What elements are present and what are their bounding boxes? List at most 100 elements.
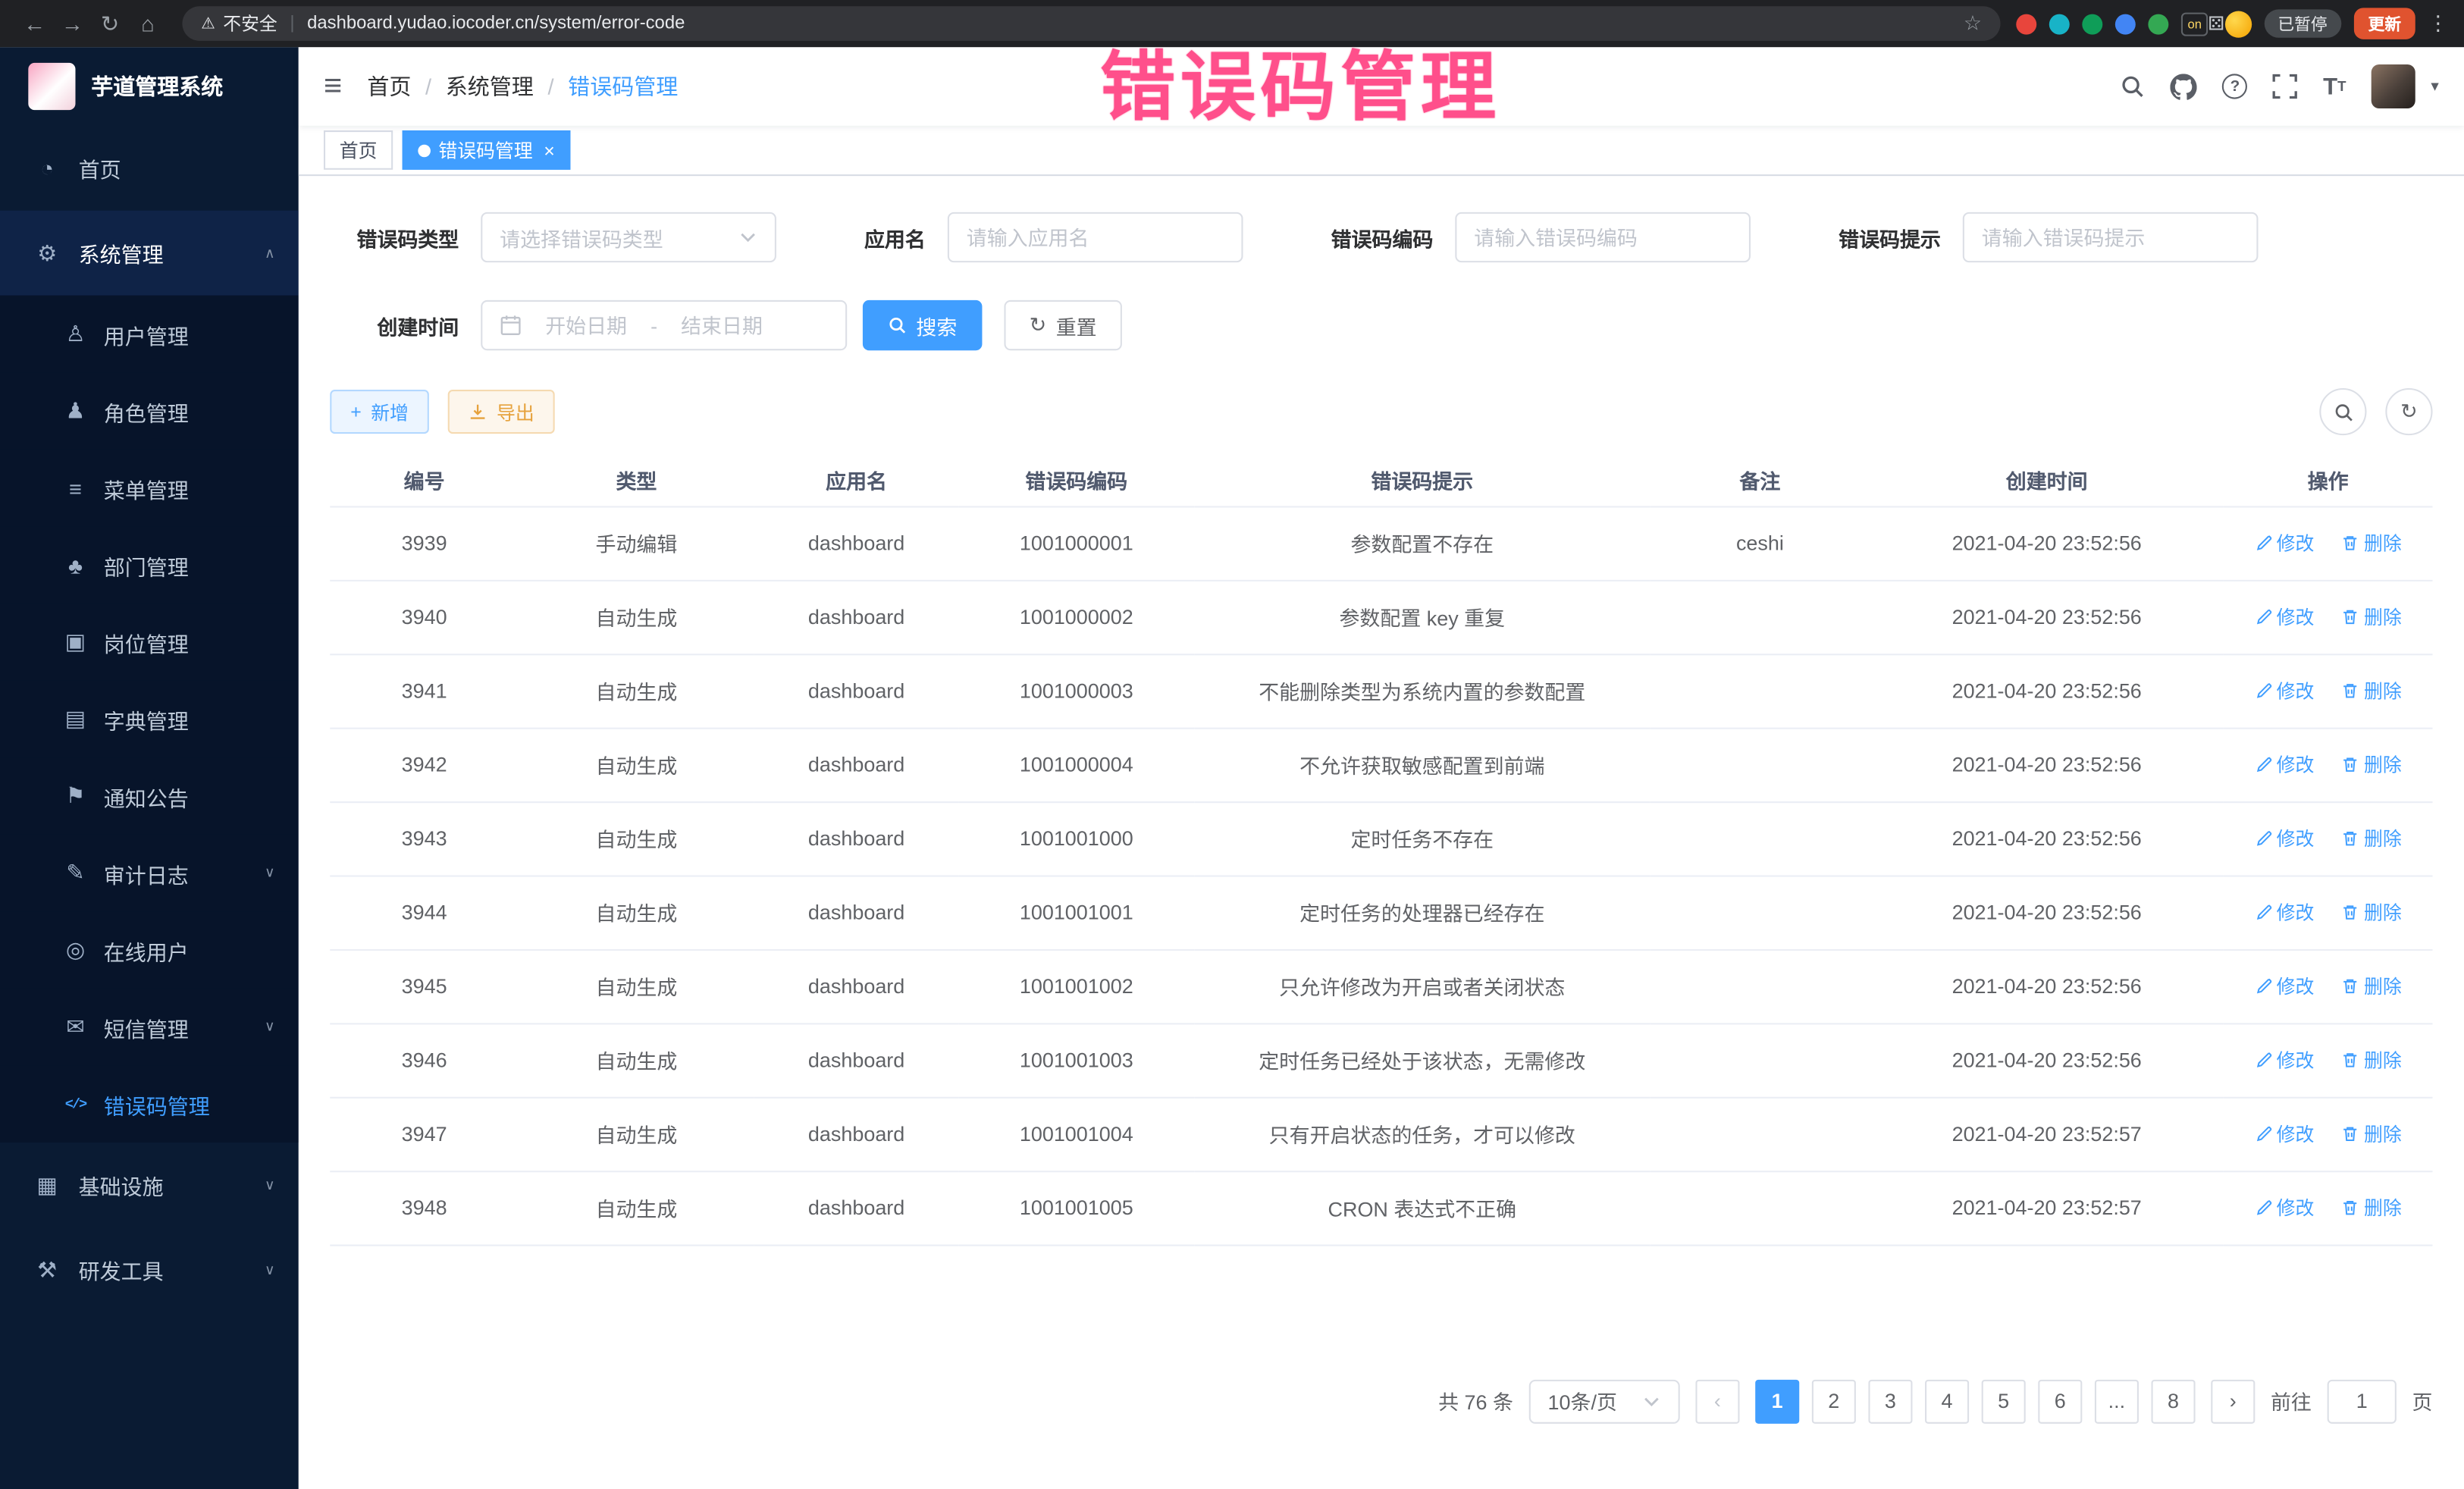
view-tab-home[interactable]: 首页 bbox=[324, 130, 393, 170]
extensions-puzzle-icon[interactable]: ⚄ bbox=[2208, 13, 2224, 35]
sidebar-item-post[interactable]: ▣岗位管理 bbox=[0, 603, 299, 681]
delete-link[interactable]: 删除 bbox=[2342, 825, 2402, 851]
end-date-input[interactable] bbox=[669, 314, 776, 337]
extension-icon[interactable] bbox=[2049, 14, 2070, 34]
page-button-4[interactable]: 4 bbox=[1925, 1379, 1969, 1423]
address-bar[interactable]: ⚠ 不安全 | dashboard.yudao.iocoder.cn/syste… bbox=[182, 6, 2000, 41]
github-icon[interactable] bbox=[2171, 73, 2197, 99]
page-button-2[interactable]: 2 bbox=[1812, 1379, 1856, 1423]
sidebar-item-error-code[interactable]: </>错误码管理 bbox=[0, 1065, 299, 1143]
edit-link[interactable]: 修改 bbox=[2255, 1194, 2315, 1221]
delete-link[interactable]: 删除 bbox=[2342, 751, 2402, 778]
export-button[interactable]: 导出 bbox=[448, 390, 555, 434]
sidebar-item-dict[interactable]: ▤字典管理 bbox=[0, 680, 299, 757]
tab-close-icon[interactable]: × bbox=[544, 139, 555, 161]
error-type-select[interactable]: 请选择错误码类型 bbox=[481, 212, 776, 262]
edit-link[interactable]: 修改 bbox=[2255, 1121, 2315, 1147]
paused-badge[interactable]: 已暂停 bbox=[2264, 9, 2342, 37]
edit-link[interactable]: 修改 bbox=[2255, 530, 2315, 556]
reset-button[interactable]: ↻ 重置 bbox=[1004, 300, 1121, 350]
sidebar-item-online-user[interactable]: ◎在线用户 bbox=[0, 911, 299, 989]
edit-link[interactable]: 修改 bbox=[2255, 751, 2315, 778]
delete-link[interactable]: 删除 bbox=[2342, 530, 2402, 556]
page-button-3[interactable]: 3 bbox=[1868, 1379, 1912, 1423]
page-button-6[interactable]: 6 bbox=[2038, 1379, 2082, 1423]
prev-page-button[interactable]: ‹ bbox=[1695, 1379, 1739, 1423]
view-tab-error-code[interactable]: 错误码管理× bbox=[403, 130, 571, 170]
gear-icon: ⚙ bbox=[35, 240, 60, 266]
user-avatar[interactable] bbox=[2372, 64, 2415, 108]
extension-on-badge[interactable]: on bbox=[2181, 12, 2208, 36]
sidebar-item-dept[interactable]: ♣部门管理 bbox=[0, 526, 299, 603]
sidebar-item-dev-tools[interactable]: ⚒研发工具∨ bbox=[0, 1227, 299, 1312]
search-button[interactable]: 搜索 bbox=[863, 300, 983, 350]
edit-link[interactable]: 修改 bbox=[2255, 677, 2315, 704]
delete-link[interactable]: 删除 bbox=[2342, 899, 2402, 926]
edit-link[interactable]: 修改 bbox=[2255, 825, 2315, 851]
extension-icon[interactable] bbox=[2115, 14, 2136, 34]
delete-link[interactable]: 删除 bbox=[2342, 603, 2402, 630]
chevron-down-icon[interactable]: ▾ bbox=[2431, 78, 2438, 96]
forward-icon[interactable]: → bbox=[53, 11, 91, 36]
sidebar-item-sms[interactable]: ✉短信管理∨ bbox=[0, 989, 299, 1066]
browser-menu-icon[interactable]: ⋮ bbox=[2428, 11, 2448, 36]
sidebar-item-system[interactable]: ⚙系统管理∧ bbox=[0, 211, 299, 296]
delete-link[interactable]: 删除 bbox=[2342, 1046, 2402, 1073]
delete-link[interactable]: 删除 bbox=[2342, 1121, 2402, 1147]
sidebar-toggle-icon[interactable]: ≡ bbox=[324, 68, 342, 105]
page-size-select[interactable]: 10条/页 bbox=[1529, 1379, 1680, 1423]
column-header: 操作 bbox=[2224, 454, 2433, 506]
breadcrumb-item[interactable]: 系统管理 bbox=[446, 71, 534, 102]
toggle-search-button[interactable] bbox=[2319, 388, 2366, 435]
search-icon[interactable] bbox=[2121, 74, 2146, 99]
edit-link[interactable]: 修改 bbox=[2255, 973, 2315, 999]
extension-icon[interactable] bbox=[2017, 14, 2037, 34]
page-button-5[interactable]: 5 bbox=[1982, 1379, 2026, 1423]
delete-link[interactable]: 删除 bbox=[2342, 973, 2402, 999]
chevron-down-icon: ∨ bbox=[265, 864, 275, 882]
app-logo[interactable]: 芋道管理系统 bbox=[0, 47, 299, 126]
sidebar-item-notice[interactable]: ⚑通知公告 bbox=[0, 757, 299, 835]
error-code-input[interactable] bbox=[1474, 225, 1732, 249]
next-page-button[interactable]: › bbox=[2211, 1379, 2255, 1423]
error-hint-input[interactable] bbox=[1982, 225, 2240, 249]
edit-link[interactable]: 修改 bbox=[2255, 603, 2315, 630]
sidebar-item-infra[interactable]: ▦基础设施∨ bbox=[0, 1143, 299, 1227]
profile-avatar[interactable] bbox=[2224, 10, 2251, 36]
cell-app: dashboard bbox=[754, 1171, 958, 1244]
sidebar-item-role[interactable]: ♟角色管理 bbox=[0, 372, 299, 450]
extension-icon[interactable] bbox=[2083, 14, 2103, 34]
page-button-8[interactable]: 8 bbox=[2151, 1379, 2195, 1423]
goto-page-input[interactable] bbox=[2328, 1379, 2397, 1423]
sidebar-item-audit-log[interactable]: ✎审计日志∨ bbox=[0, 835, 299, 912]
sidebar-item-user[interactable]: ♙用户管理 bbox=[0, 296, 299, 373]
bookmark-star-icon[interactable]: ☆ bbox=[1964, 11, 1982, 36]
reload-icon[interactable]: ↻ bbox=[91, 10, 129, 36]
cell-app: dashboard bbox=[754, 875, 958, 948]
search-icon bbox=[888, 316, 907, 335]
edit-link[interactable]: 修改 bbox=[2255, 1046, 2315, 1073]
update-button[interactable]: 更新 bbox=[2354, 8, 2415, 39]
delete-link[interactable]: 删除 bbox=[2342, 677, 2402, 704]
app-name-input[interactable] bbox=[967, 225, 1224, 249]
refresh-table-button[interactable]: ↻ bbox=[2385, 388, 2432, 435]
extension-icon[interactable] bbox=[2149, 14, 2169, 34]
breadcrumb-item[interactable]: 首页 bbox=[367, 71, 411, 102]
font-size-icon[interactable]: TT bbox=[2323, 74, 2346, 98]
date-range-picker[interactable]: - bbox=[481, 300, 847, 350]
sidebar-item-label: 系统管理 bbox=[79, 237, 164, 268]
edit-link[interactable]: 修改 bbox=[2255, 899, 2315, 926]
sidebar-item-home[interactable]: ◔首页 bbox=[0, 126, 299, 211]
sidebar-item-menu[interactable]: ≡菜单管理 bbox=[0, 450, 299, 527]
add-button[interactable]: + 新增 bbox=[330, 390, 429, 434]
back-icon[interactable]: ← bbox=[16, 11, 54, 36]
home-icon[interactable]: ⌂ bbox=[129, 11, 167, 36]
cell-remark bbox=[1650, 949, 1870, 1023]
page-button-1[interactable]: 1 bbox=[1755, 1379, 1799, 1423]
table-row: 3940 自动生成 dashboard 1001000002 参数配置 key … bbox=[330, 580, 2432, 654]
start-date-input[interactable] bbox=[533, 314, 640, 337]
fullscreen-icon[interactable] bbox=[2273, 74, 2298, 99]
page-ellipsis[interactable]: ... bbox=[2095, 1379, 2139, 1423]
delete-link[interactable]: 删除 bbox=[2342, 1194, 2402, 1221]
help-icon[interactable]: ? bbox=[2222, 74, 2247, 99]
